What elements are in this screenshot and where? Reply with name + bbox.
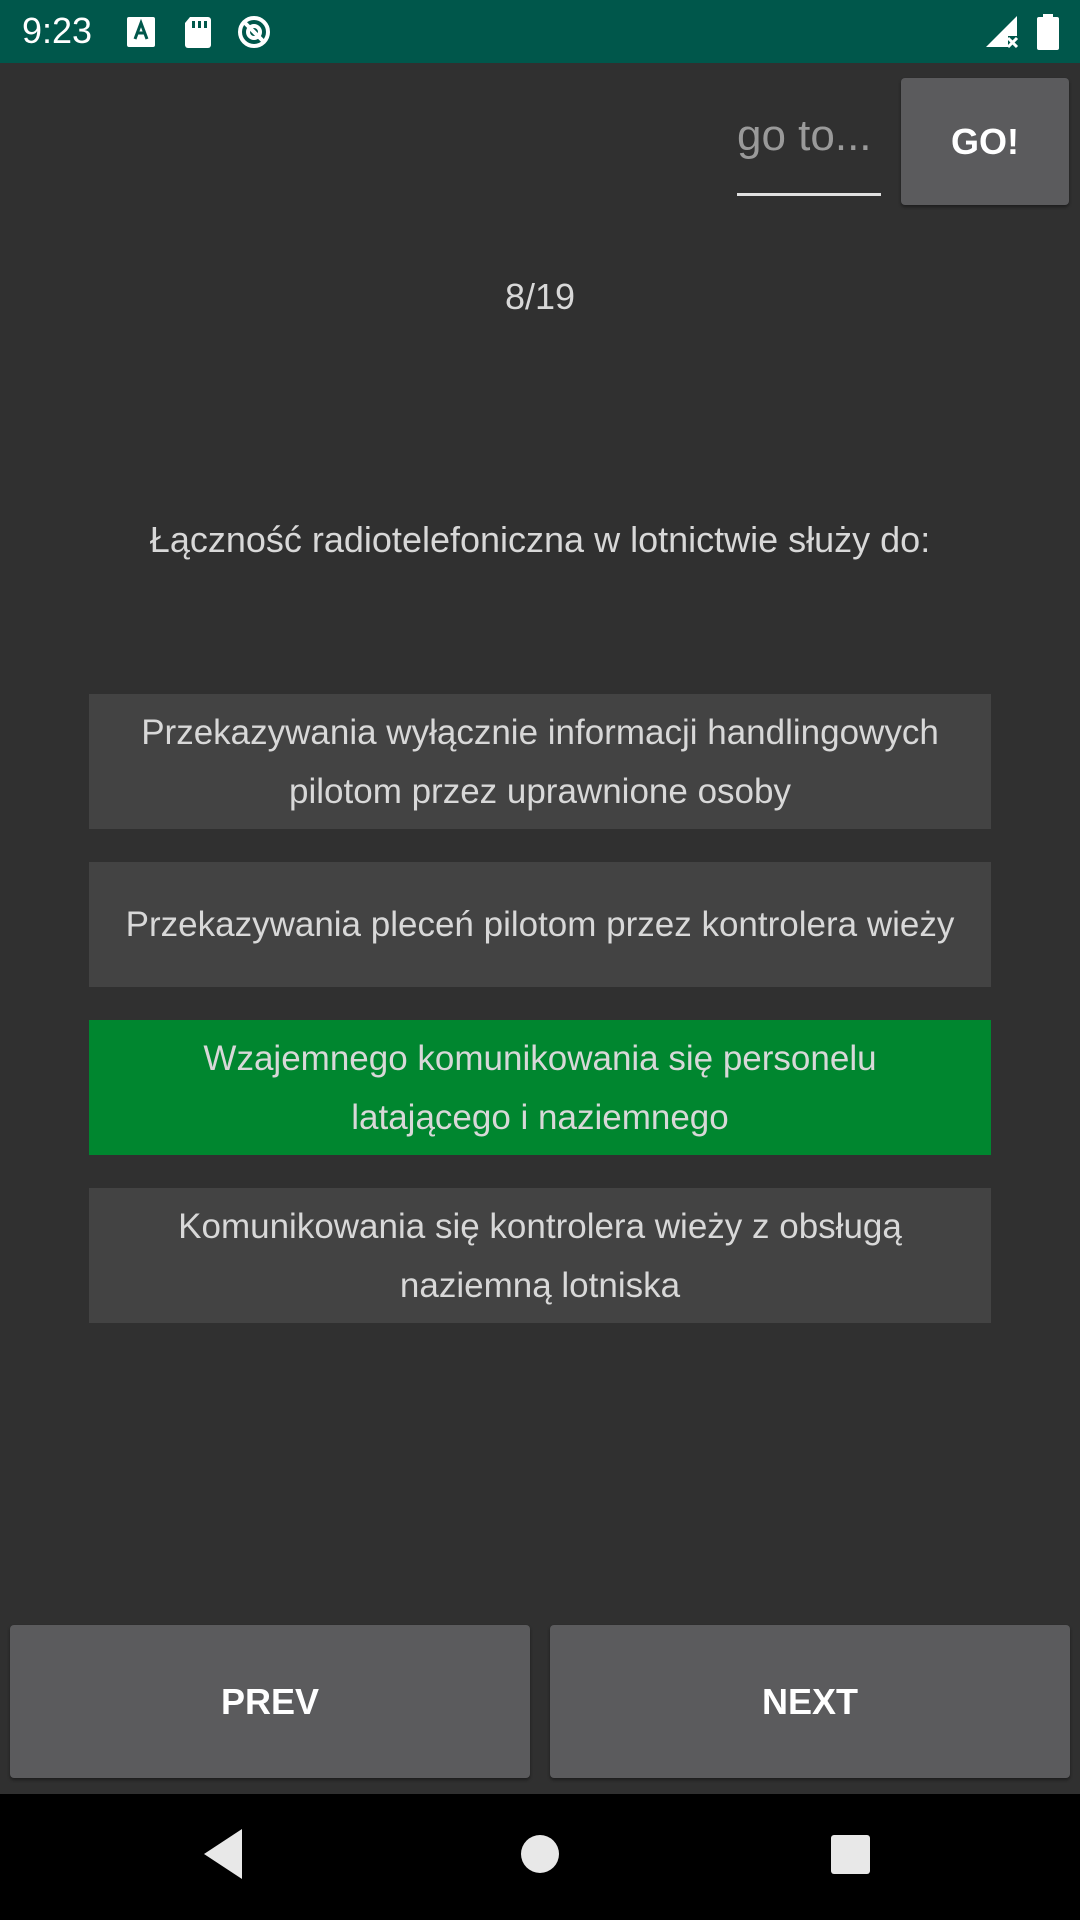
goto-input[interactable] [737, 78, 881, 196]
question-text: Łączność radiotelefoniczna w lotnictwie … [149, 519, 931, 560]
question-counter: 8/19 [504, 276, 576, 317]
answer-option-4[interactable]: Komunikowania się kontrolera wieży z obs… [89, 1188, 991, 1323]
prev-button[interactable]: PREV [10, 1625, 530, 1778]
system-navigation-bar [0, 1794, 1080, 1920]
signal-icon [986, 16, 1019, 49]
battery-icon [1037, 14, 1059, 50]
answer-option-1[interactable]: Przekazywania wyłącznie informacji handl… [89, 694, 991, 829]
answer-option-2[interactable]: Przekazywania pleceń pilotom przez kontr… [89, 862, 991, 987]
a-notification-icon [127, 17, 155, 47]
next-button[interactable]: NEXT [550, 1625, 1070, 1778]
answer-option-3-correct[interactable]: Wzajemnego komunikowania się personelu l… [89, 1020, 991, 1155]
go-button[interactable]: GO! [901, 78, 1069, 205]
back-icon[interactable] [195, 1824, 255, 1884]
recents-icon[interactable] [820, 1824, 880, 1884]
status-bar: 9:23 [0, 0, 1080, 63]
home-icon[interactable] [510, 1824, 570, 1884]
sync-icon [238, 16, 270, 48]
sd-card-icon [185, 17, 211, 48]
status-time: 9:23 [22, 10, 93, 51]
